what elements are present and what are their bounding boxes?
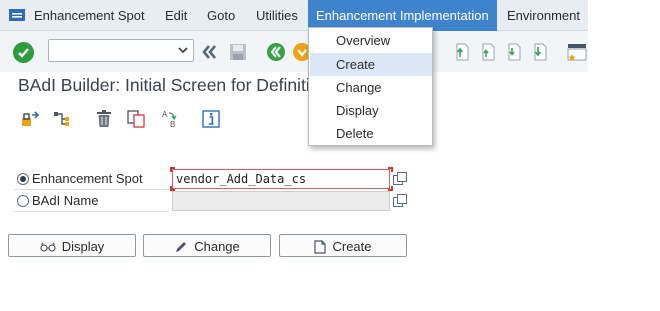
back-green-icon[interactable] — [266, 42, 286, 62]
menu-item-delete[interactable]: Delete — [310, 122, 432, 145]
copy-icon[interactable] — [126, 109, 146, 129]
enhancement-spot-radio[interactable] — [17, 173, 29, 185]
next-page-icon[interactable] — [504, 42, 524, 62]
create-button[interactable]: Create — [279, 234, 407, 257]
previous-page-icon[interactable] — [478, 42, 498, 62]
badi-name-radio[interactable] — [17, 195, 29, 207]
enhancement-spot-label: Enhancement Spot — [32, 171, 143, 186]
menu-utilities[interactable]: Utilities — [252, 0, 302, 31]
delete-icon[interactable] — [94, 109, 114, 129]
back-double-arrow-icon[interactable] — [200, 42, 220, 62]
hierarchy-icon[interactable] — [52, 109, 72, 129]
menu-enhancement-spot[interactable]: Enhancement Spot — [30, 0, 149, 31]
menu-item-change[interactable]: Change — [310, 76, 432, 99]
menu-item-create[interactable]: Create — [310, 53, 432, 76]
other-object-icon[interactable] — [20, 109, 40, 129]
display-button[interactable]: Display — [8, 234, 136, 257]
layout-icon[interactable] — [566, 42, 588, 62]
sap-window: Enhancement Spot Edit Goto Utilities Enh… — [0, 0, 588, 311]
menu-item-overview[interactable]: Overview — [310, 29, 432, 52]
new-document-icon — [314, 239, 327, 254]
menu-bar: Enhancement Spot Edit Goto Utilities Enh… — [0, 0, 588, 31]
change-button[interactable]: Change — [143, 234, 271, 257]
menu-edit[interactable]: Edit — [161, 0, 191, 31]
sap-menu-icon[interactable] — [8, 6, 26, 24]
first-page-icon[interactable] — [452, 42, 472, 62]
value-help-icon[interactable] — [392, 193, 408, 209]
menu-goto[interactable]: Goto — [203, 0, 239, 31]
badi-name-input[interactable] — [172, 191, 390, 211]
create-button-label: Create — [332, 239, 372, 255]
info-icon[interactable] — [201, 109, 221, 129]
ok-check-icon[interactable] — [13, 42, 34, 63]
page-title: BAdI Builder: Initial Screen for Definit… — [18, 75, 310, 95]
row-divider — [14, 211, 169, 212]
value-help-icon[interactable] — [392, 171, 408, 187]
badi-name-label: BAdI Name — [32, 193, 99, 208]
enhancement-spot-row: Enhancement Spot vendor_Add_Data_cs — [14, 167, 414, 191]
standard-toolbar — [0, 31, 588, 72]
menu-item-display[interactable]: Display — [310, 99, 432, 122]
menu-environment[interactable]: Environment — [503, 0, 584, 31]
change-button-label: Change — [194, 239, 240, 255]
svg-text:B: B — [170, 120, 175, 129]
enhancement-implementation-menu: Overview Create Change Display Delete — [308, 27, 433, 146]
badi-name-row: BAdI Name — [14, 190, 414, 212]
svg-text:A: A — [162, 110, 168, 119]
pencil-icon — [176, 241, 187, 252]
glasses-icon — [40, 242, 56, 252]
focus-corner — [170, 167, 175, 172]
rename-icon[interactable]: A B — [160, 109, 180, 129]
command-field[interactable] — [48, 39, 194, 62]
last-page-icon[interactable] — [530, 42, 550, 62]
dropdown-arrow-icon[interactable] — [177, 44, 189, 56]
save-icon[interactable] — [228, 42, 248, 62]
enhancement-spot-input[interactable]: vendor_Add_Data_cs — [172, 169, 390, 189]
display-button-label: Display — [61, 239, 105, 255]
